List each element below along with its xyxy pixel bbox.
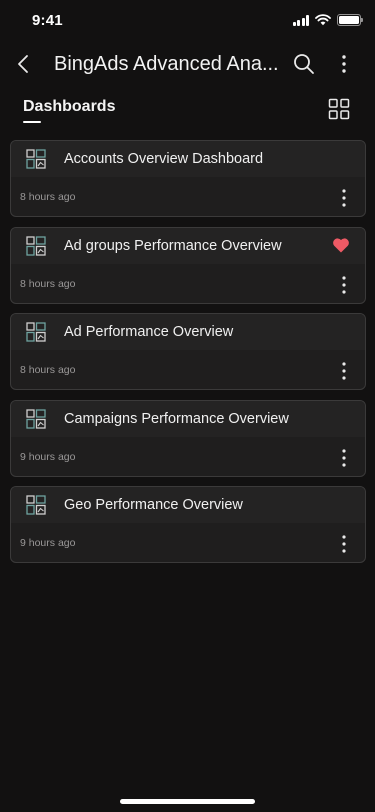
card-more-options-icon[interactable]: [341, 448, 347, 468]
last-updated-time: 8 hours ago: [20, 191, 76, 203]
status-time: 9:41: [32, 12, 63, 29]
card-header: Ad groups Performance Overview: [11, 227, 365, 264]
wifi-icon: [315, 14, 331, 26]
dashboard-title: Geo Performance Overview: [64, 497, 243, 513]
last-updated-time: 8 hours ago: [20, 364, 76, 376]
dashboard-title: Campaigns Performance Overview: [64, 410, 289, 427]
card-more-options-icon[interactable]: [341, 188, 347, 208]
last-updated-time: 9 hours ago: [20, 537, 76, 549]
dashboard-icon: [26, 149, 46, 169]
card-header: Campaigns Performance Overview: [11, 400, 365, 437]
home-indicator[interactable]: [120, 799, 255, 804]
page-title: BingAds Advanced Ana...: [54, 53, 279, 75]
tab-bar: Dashboards: [0, 96, 375, 128]
dashboard-card[interactable]: Accounts Overview Dashboard 8 hours ago: [10, 140, 366, 217]
dashboard-list: Accounts Overview Dashboard 8 hours ago …: [10, 140, 366, 573]
dashboard-icon: [26, 495, 46, 515]
status-icons: [292, 14, 363, 26]
dashboard-title: Ad groups Performance Overview: [64, 237, 282, 254]
dashboard-title: Ad Performance Overview: [64, 324, 234, 340]
dashboard-icon: [26, 408, 46, 429]
favorite-heart-icon[interactable]: [332, 237, 350, 253]
card-header: Ad Performance Overview: [11, 314, 365, 350]
app-header: BingAds Advanced Ana...: [0, 44, 375, 86]
card-more-options-icon[interactable]: [341, 361, 347, 381]
dashboard-title: Accounts Overview Dashboard: [64, 151, 264, 167]
status-bar: 9:41: [0, 0, 375, 44]
cellular-signal-icon: [292, 15, 309, 26]
tab-dashboards[interactable]: Dashboards: [23, 98, 115, 116]
last-updated-time: 8 hours ago: [20, 277, 76, 290]
card-header: Geo Performance Overview: [11, 487, 365, 523]
dashboard-card[interactable]: Ad groups Performance Overview 8 hours a…: [10, 226, 366, 304]
back-arrow-icon[interactable]: [12, 52, 36, 76]
dashboard-card[interactable]: Campaigns Performance Overview 9 hours a…: [10, 399, 366, 477]
last-updated-time: 9 hours ago: [20, 450, 76, 463]
dashboard-card[interactable]: Geo Performance Overview 9 hours ago: [10, 486, 366, 563]
active-tab-indicator: [23, 121, 41, 123]
search-icon[interactable]: [292, 52, 316, 76]
dashboard-icon: [26, 322, 46, 342]
grid-view-icon[interactable]: [328, 98, 350, 120]
card-more-options-icon[interactable]: [341, 534, 347, 554]
card-header: Accounts Overview Dashboard: [11, 141, 365, 177]
more-options-icon[interactable]: [334, 52, 354, 76]
dashboard-icon: [26, 235, 46, 256]
card-more-options-icon[interactable]: [341, 275, 347, 295]
dashboard-card[interactable]: Ad Performance Overview 8 hours ago: [10, 313, 366, 390]
battery-icon: [337, 14, 363, 26]
